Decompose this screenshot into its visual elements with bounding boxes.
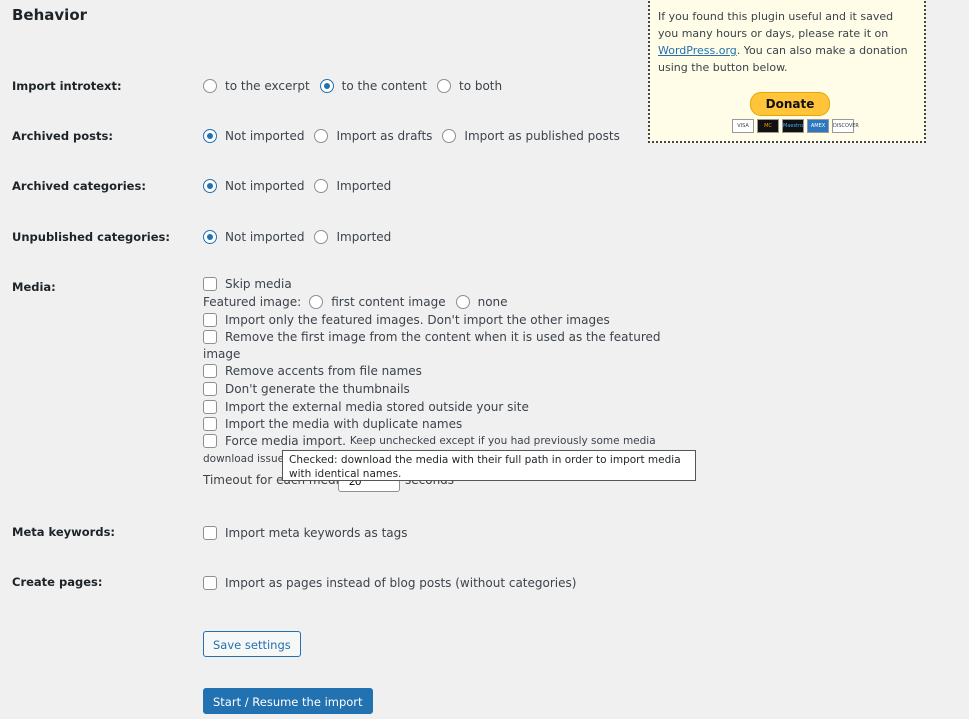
start-import-button[interactable]: Start / Resume the import xyxy=(203,688,373,714)
save-settings-button[interactable]: Save settings xyxy=(203,631,301,657)
archived-posts-options: Not imported Import as drafts Import as … xyxy=(203,129,630,143)
force-media-checkbox[interactable] xyxy=(203,434,217,448)
section-title: Behavior xyxy=(12,6,88,24)
skip-media-checkbox[interactable] xyxy=(203,277,217,291)
radio-imported[interactable] xyxy=(314,179,329,193)
radio-none[interactable] xyxy=(455,295,470,309)
unpublished-categories-options: Not imported Imported xyxy=(203,230,401,244)
create-pages-label: Create pages: xyxy=(12,575,103,589)
radio-drafts[interactable] xyxy=(314,129,329,143)
meta-keywords-checkbox[interactable] xyxy=(203,526,217,540)
no-thumbnails-checkbox[interactable] xyxy=(203,382,217,396)
radio-excerpt[interactable] xyxy=(203,79,217,93)
radio-imported[interactable] xyxy=(314,230,329,244)
payment-cards: VISA MC Maestro AMEX DISCOVER xyxy=(732,119,859,133)
meta-keywords-label: Meta keywords: xyxy=(12,525,116,539)
mastercard-icon: MC xyxy=(757,119,779,133)
discover-icon: DISCOVER xyxy=(832,119,859,133)
radio-not-imported[interactable] xyxy=(203,230,217,244)
only-featured-checkbox[interactable] xyxy=(203,313,217,327)
remove-accents-checkbox[interactable] xyxy=(203,364,217,378)
radio-content[interactable] xyxy=(319,79,334,93)
radio-published[interactable] xyxy=(442,129,457,143)
donate-button[interactable]: Donate xyxy=(750,92,830,116)
archived-categories-label: Archived categories: xyxy=(12,179,146,193)
archived-categories-options: Not imported Imported xyxy=(203,179,401,193)
unpublished-categories-label: Unpublished categories: xyxy=(12,230,170,244)
radio-not-imported[interactable] xyxy=(203,129,217,143)
duplicate-names-checkbox[interactable] xyxy=(203,417,217,431)
archived-posts-label: Archived posts: xyxy=(12,129,113,143)
donate-box: If you found this plugin useful and it s… xyxy=(648,0,926,143)
remove-first-image-checkbox[interactable] xyxy=(203,330,217,344)
wordpress-link[interactable]: WordPress.org xyxy=(658,44,737,57)
radio-first-content-image[interactable] xyxy=(309,295,324,309)
media-label: Media: xyxy=(12,280,56,294)
amex-icon: AMEX xyxy=(807,119,829,133)
visa-icon: VISA xyxy=(732,119,754,133)
radio-not-imported[interactable] xyxy=(203,179,217,193)
maestro-icon: Maestro xyxy=(782,119,804,133)
create-pages-checkbox[interactable] xyxy=(203,576,217,590)
external-media-checkbox[interactable] xyxy=(203,400,217,414)
introtext-label: Import introtext: xyxy=(12,79,122,93)
introtext-options: to the excerpt to the content to both xyxy=(203,79,512,93)
radio-both[interactable] xyxy=(436,79,451,93)
tooltip: Checked: download the media with their f… xyxy=(282,450,696,481)
